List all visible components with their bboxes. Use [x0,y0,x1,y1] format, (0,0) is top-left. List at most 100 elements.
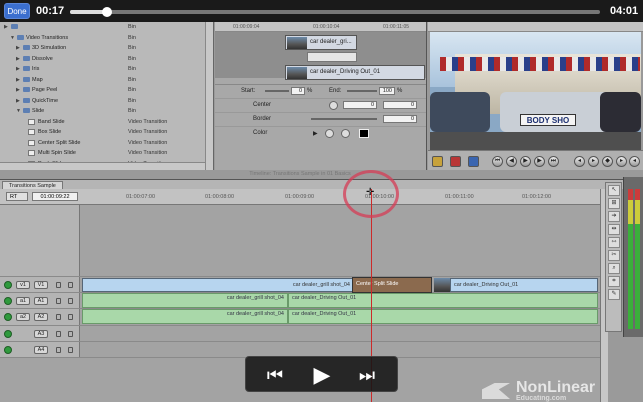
browser-row[interactable]: ▶ QuickTime Bin [0,96,213,107]
browser-hscrollbar[interactable] [0,162,205,170]
play-around-icon[interactable]: ⏭ [548,156,559,167]
browser-row[interactable]: ▶ Dissolve Bin [0,54,213,65]
selection-tool-icon[interactable]: ↖ [608,185,620,196]
source-patch[interactable]: v1 [16,280,30,289]
timeline-audio-clip[interactable]: car dealer_grill shot_04 [82,309,288,324]
end-slider[interactable] [347,90,377,92]
disclosure-triangle-icon[interactable]: ▶ [16,56,20,62]
browser-row[interactable]: ▶ Iris Bin [0,64,213,75]
center-y-field[interactable]: 0 [383,101,417,109]
auto-select-icon[interactable] [68,297,73,304]
browser-row[interactable]: ▶ 3D Simulation Bin [0,43,213,54]
pen-tool-icon[interactable]: ✎ [608,289,620,300]
disclosure-triangle-icon[interactable]: ▶ [16,66,20,72]
lock-icon[interactable] [56,346,61,353]
center-x-field[interactable]: 0 [343,101,377,109]
browser-scrollbar[interactable] [205,22,213,170]
mark-out-icon[interactable]: ▸ [588,156,599,167]
step-back-icon[interactable]: ◀ [506,156,517,167]
scrubber[interactable] [70,7,600,17]
rt-menu-button[interactable]: RT [6,192,28,201]
destination-patch[interactable]: A4 [34,345,48,354]
destination-patch[interactable]: A1 [34,296,48,305]
timeline-clip-incoming[interactable]: car dealer_Driving Out_01 [450,278,598,292]
viewer-transition-bar[interactable] [307,52,357,62]
lock-icon[interactable] [56,330,61,337]
end-field[interactable]: 100 [379,87,395,95]
next-icon[interactable]: ⏭ [352,363,382,387]
view-options-icon[interactable] [432,156,443,167]
timeline-audio-clip[interactable]: car dealer_Driving Out_01 [288,309,598,324]
browser-row[interactable]: ▶ Bin [0,22,213,33]
match-frame-icon[interactable] [468,156,479,167]
lock-icon[interactable] [56,314,61,320]
point-control-icon[interactable] [329,101,338,110]
destination-patch[interactable]: V1 [34,280,48,289]
auto-select-icon[interactable] [68,281,73,288]
disclosure-triangle-icon[interactable]: ▶ [16,45,20,51]
browser-row[interactable]: ▼ Video Transitions Bin [0,33,213,44]
browser-row[interactable]: ▶ Map Bin [0,75,213,86]
edit-selection-tool-icon[interactable]: ⊞ [608,198,620,209]
mark-clip-out-icon[interactable]: ▸ [616,156,627,167]
track-visibility-icon[interactable] [4,296,12,305]
disclosure-triangle-icon[interactable]: ▶ [4,24,8,30]
border-slider[interactable] [311,118,377,120]
start-field[interactable]: 0 [291,87,305,95]
step-forward-icon[interactable]: ▶ [534,156,545,167]
razor-tool-icon[interactable]: ✂ [608,250,620,261]
slip-tool-icon[interactable]: ⇿ [608,237,620,248]
auto-select-icon[interactable] [68,314,73,320]
eyedropper-icon[interactable] [325,129,334,138]
browser-row[interactable]: Box Slide Video Transition [0,127,213,138]
viewer-clip-outgoing[interactable]: car dealer_gri... [285,35,357,50]
zoom-tool-icon[interactable]: ⌕ [608,263,620,274]
lock-icon[interactable] [56,297,61,304]
viewer-clip-incoming[interactable]: car dealer_Driving Out_01 [285,65,425,80]
track-visibility-icon[interactable] [4,280,12,289]
crop-tool-icon[interactable]: ⌗ [608,276,620,287]
browser-row[interactable]: Center Split Slide Video Transition [0,138,213,149]
track-visibility-icon[interactable] [4,329,12,338]
disclosure-triangle-icon[interactable]: ▼ [16,108,21,114]
mark-clip-icon[interactable] [450,156,461,167]
browser-row[interactable]: ▶ Page Peel Bin [0,85,213,96]
play-icon[interactable]: ▶ [520,156,531,167]
timeline-audio-clip[interactable]: car dealer_grill shot_04 [82,293,288,308]
track-visibility-icon[interactable] [4,313,12,321]
color-swatch[interactable] [359,129,369,138]
browser-row[interactable]: ▼ Slide Bin [0,106,213,117]
disclosure-triangle-icon[interactable]: ▶ [313,130,318,137]
lock-icon[interactable] [56,281,61,288]
start-slider[interactable] [265,90,289,92]
timeline-audio-clip[interactable]: car dealer_Driving Out_01 [288,293,598,308]
track-forward-tool-icon[interactable]: ➔ [608,211,620,222]
disclosure-triangle-icon[interactable]: ▶ [16,98,20,104]
disclosure-triangle-icon[interactable]: ▶ [16,87,20,93]
border-field[interactable]: 0 [383,115,417,123]
destination-patch[interactable]: A2 [34,313,48,321]
disclosure-triangle-icon[interactable]: ▼ [10,35,15,41]
color-wheel-icon[interactable] [341,129,350,138]
trim-icon[interactable]: ◂ [629,156,640,167]
timeline-clip-outgoing[interactable]: car dealer_grill shot_04 [82,278,354,292]
scrubber-knob[interactable] [102,7,113,17]
play-icon[interactable]: ▶ [307,363,337,387]
track-visibility-icon[interactable] [4,345,12,354]
mark-in-icon[interactable]: ◂ [574,156,585,167]
auto-select-icon[interactable] [68,346,73,353]
previous-icon[interactable]: ⏮ [260,363,290,387]
destination-patch[interactable]: A3 [34,329,48,338]
current-timecode[interactable]: 01:00:09:22 [32,192,78,201]
browser-row[interactable]: Multi Spin Slide Video Transition [0,148,213,159]
play-in-out-icon[interactable]: ⏮ [492,156,503,167]
roll-tool-icon[interactable]: ⇹ [608,224,620,235]
add-marker-icon[interactable]: ◆ [602,156,613,167]
source-patch[interactable]: a2 [16,313,30,321]
done-button[interactable]: Done [4,3,30,19]
disclosure-triangle-icon[interactable]: ▶ [16,77,20,83]
timeline-transition[interactable]: Center Split Slide [352,277,432,293]
browser-row[interactable]: Band Slide Video Transition [0,117,213,128]
source-patch[interactable]: a1 [16,296,30,305]
auto-select-icon[interactable] [68,330,73,337]
